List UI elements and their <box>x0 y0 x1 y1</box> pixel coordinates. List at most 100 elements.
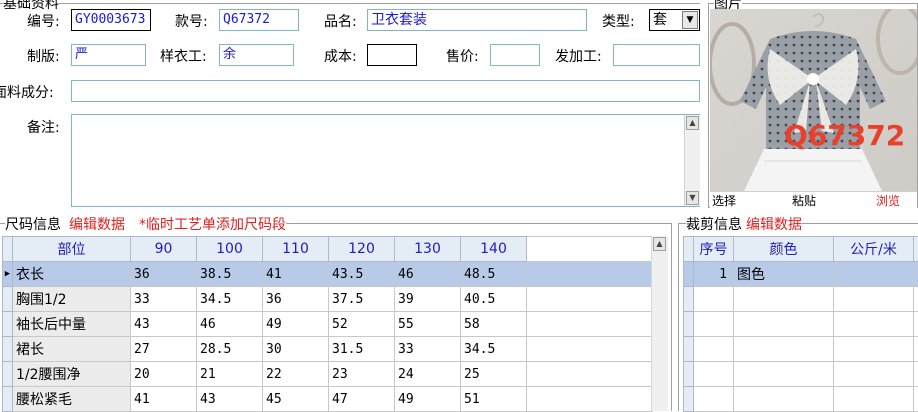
size-cell[interactable]: 30 <box>263 337 329 362</box>
code-field[interactable]: GY0003673 <box>71 9 151 31</box>
sample-worker-field[interactable]: 余 <box>219 44 294 66</box>
cutting-cell[interactable] <box>834 362 914 387</box>
table-row[interactable]: 胸围1/2 33 34.5 36 37.5 39 40.5 <box>3 287 653 312</box>
style-no-field[interactable]: Q67372 <box>219 9 299 31</box>
size-cell[interactable]: 41 <box>131 387 197 412</box>
size-cell[interactable]: 33 <box>395 337 461 362</box>
table-row[interactable]: 裙长 27 28.5 30 31.5 33 34.5 <box>3 337 653 362</box>
size-cell[interactable]: 27 <box>131 337 197 362</box>
cutting-cell[interactable] <box>734 337 834 362</box>
size-cell[interactable]: 衣长 <box>13 262 131 287</box>
size-cell[interactable]: 46 <box>197 312 263 337</box>
cutting-cell[interactable] <box>734 312 834 337</box>
cutting-col-header[interactable]: 序号 <box>694 237 734 262</box>
cutting-cell[interactable] <box>834 262 914 287</box>
size-col-header[interactable]: 130 <box>395 237 461 262</box>
table-row[interactable] <box>684 362 918 387</box>
cutting-cell[interactable] <box>694 337 734 362</box>
remarks-scrollbar[interactable]: ▲ ▼ <box>684 115 700 206</box>
scroll-up-icon[interactable]: ▲ <box>653 237 666 251</box>
cutting-cell[interactable] <box>734 387 834 412</box>
scroll-up-icon[interactable]: ▲ <box>686 116 699 130</box>
fabric-field[interactable] <box>71 80 700 102</box>
size-cell[interactable]: 22 <box>263 362 329 387</box>
size-edit-data-link[interactable]: 编辑数据 <box>69 217 125 233</box>
select-image-button[interactable]: 选择 <box>712 192 736 209</box>
size-cell[interactable]: 28.5 <box>197 337 263 362</box>
size-cell[interactable]: 39 <box>395 287 461 312</box>
table-row[interactable]: 1 图色 <box>684 262 918 287</box>
size-cell[interactable]: 51 <box>461 387 527 412</box>
cutting-cell[interactable]: 图色 <box>734 262 834 287</box>
cost-field[interactable] <box>367 44 417 66</box>
price-field[interactable] <box>490 44 540 66</box>
table-row[interactable] <box>684 312 918 337</box>
table-row[interactable] <box>684 337 918 362</box>
cutting-cell[interactable] <box>834 387 914 412</box>
table-row[interactable] <box>684 287 918 312</box>
size-cell[interactable]: 34.5 <box>461 337 527 362</box>
cutting-edit-data-link[interactable]: 编辑数据 <box>746 217 802 233</box>
size-cell[interactable]: 31.5 <box>329 337 395 362</box>
size-col-header[interactable]: 110 <box>263 237 329 262</box>
size-cell[interactable]: 20 <box>131 362 197 387</box>
size-cell[interactable]: 43.5 <box>329 262 395 287</box>
size-cell[interactable]: 25 <box>461 362 527 387</box>
cutting-cell[interactable] <box>694 312 734 337</box>
size-cell[interactable]: 36 <box>263 287 329 312</box>
cutting-col-header[interactable]: 颜色 <box>734 237 834 262</box>
size-col-header[interactable]: 90 <box>131 237 197 262</box>
size-cell[interactable]: 37.5 <box>329 287 395 312</box>
size-col-header[interactable]: 140 <box>461 237 527 262</box>
cutting-cell[interactable] <box>734 287 834 312</box>
table-row[interactable]: 袖长后中量 43 46 49 52 55 58 <box>3 312 653 337</box>
outsource-field[interactable] <box>613 44 700 66</box>
cutting-cell[interactable] <box>834 312 914 337</box>
size-cell[interactable]: 55 <box>395 312 461 337</box>
size-cell[interactable]: 袖长后中量 <box>13 312 131 337</box>
size-cell[interactable]: 裙长 <box>13 337 131 362</box>
chevron-down-icon[interactable]: ▼ <box>682 11 698 29</box>
size-cell[interactable]: 38.5 <box>197 262 263 287</box>
size-cell[interactable]: 48.5 <box>461 262 527 287</box>
remarks-textarea[interactable] <box>71 114 700 207</box>
size-cell[interactable]: 34.5 <box>197 287 263 312</box>
size-cell[interactable]: 41 <box>263 262 329 287</box>
table-row[interactable]: 1/2腰围净 20 21 22 23 24 25 <box>3 362 653 387</box>
size-cell[interactable]: 43 <box>197 387 263 412</box>
cutting-col-header[interactable]: 公斤/米 <box>834 237 914 262</box>
pattern-field[interactable]: 严 <box>71 44 146 66</box>
product-name-field[interactable]: 卫衣套装 <box>367 9 587 31</box>
size-cell[interactable]: 52 <box>329 312 395 337</box>
size-cell[interactable]: 49 <box>263 312 329 337</box>
size-cell[interactable]: 腰松紧毛 <box>13 387 131 412</box>
cutting-cell[interactable]: 1 <box>694 262 734 287</box>
size-col-header[interactable]: 100 <box>197 237 263 262</box>
size-cell[interactable]: 23 <box>329 362 395 387</box>
size-cell[interactable]: 1/2腰围净 <box>13 362 131 387</box>
size-cell[interactable]: 58 <box>461 312 527 337</box>
type-select[interactable]: 套 ▼ <box>649 9 700 31</box>
cutting-cell[interactable] <box>834 337 914 362</box>
size-cell[interactable]: 33 <box>131 287 197 312</box>
size-cell[interactable]: 24 <box>395 362 461 387</box>
size-cell[interactable]: 45 <box>263 387 329 412</box>
size-col-header[interactable]: 120 <box>329 237 395 262</box>
cutting-cell[interactable] <box>834 287 914 312</box>
size-cell[interactable]: 21 <box>197 362 263 387</box>
cutting-cell[interactable] <box>694 362 734 387</box>
size-cell[interactable]: 43 <box>131 312 197 337</box>
browse-image-button[interactable]: 浏览 <box>876 192 900 209</box>
size-cell[interactable]: 胸围1/2 <box>13 287 131 312</box>
size-cell[interactable]: 46 <box>395 262 461 287</box>
size-cell[interactable]: 49 <box>395 387 461 412</box>
size-cell[interactable]: 36 <box>131 262 197 287</box>
table-row[interactable]: ▶ 衣长 36 38.5 41 43.5 46 48.5 <box>3 262 653 287</box>
product-photo[interactable]: Q67372 <box>710 9 917 191</box>
cutting-cell[interactable] <box>694 287 734 312</box>
size-cell[interactable]: 47 <box>329 387 395 412</box>
size-col-header[interactable]: 部位 <box>13 237 131 262</box>
scroll-down-icon[interactable]: ▼ <box>686 191 699 205</box>
table-row[interactable] <box>684 387 918 412</box>
cutting-cell[interactable] <box>694 387 734 412</box>
